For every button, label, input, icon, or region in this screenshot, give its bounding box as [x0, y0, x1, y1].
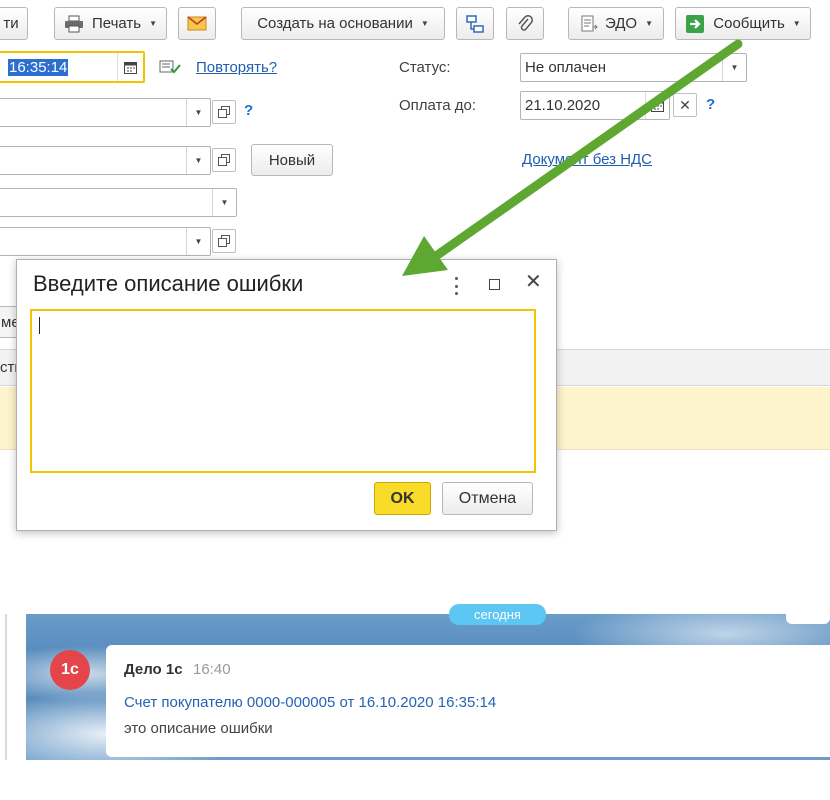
calendar-icon[interactable]	[645, 92, 669, 119]
chevron-down-icon[interactable]: ▼	[722, 54, 746, 81]
help-icon[interactable]: ?	[706, 96, 715, 113]
cancel-button-label: Отмена	[458, 489, 517, 507]
create-based-on-button[interactable]: Создать на основании ▼	[241, 7, 445, 40]
contract-field[interactable]: ▼	[0, 188, 237, 217]
edo-button-label: ЭДО	[604, 15, 638, 32]
open-window-icon	[218, 106, 230, 118]
bank-account-field[interactable]: ▼	[0, 227, 211, 256]
chevron-down-icon: ▼	[645, 19, 654, 28]
datetime-selected-text: 16:35:14	[8, 58, 69, 76]
cancel-button[interactable]: Отмена	[442, 482, 533, 515]
report-export-icon	[686, 14, 705, 33]
partial-toolbar-button-label: ти	[3, 15, 19, 32]
hierarchy-icon	[466, 14, 484, 33]
text-cursor	[39, 317, 40, 334]
error-description-dialog: Введите описание ошибки ✕ OK Отмена	[16, 259, 557, 531]
chevron-down-icon: ▼	[792, 19, 801, 28]
status-field[interactable]: Не оплачен ▼	[520, 53, 747, 82]
datetime-field[interactable]: 16:35:14	[0, 51, 145, 83]
close-icon[interactable]: ✕	[525, 272, 542, 292]
pay-until-field[interactable]: 21.10.2020	[520, 91, 670, 120]
envelope-icon	[187, 16, 207, 31]
more-options-icon[interactable]	[449, 274, 463, 298]
new-button-label: Новый	[268, 151, 316, 169]
organization-field[interactable]: ▼	[0, 98, 211, 127]
edo-button[interactable]: ЭДО ▼	[568, 7, 664, 40]
open-counterparty-button[interactable]	[212, 148, 236, 172]
attach-button[interactable]	[506, 7, 544, 40]
structure-button[interactable]	[456, 7, 494, 40]
calendar-icon[interactable]	[117, 53, 143, 81]
pay-until-value: 21.10.2020	[525, 97, 601, 114]
maximize-icon[interactable]	[489, 279, 500, 290]
clear-date-button[interactable]: ✕	[673, 93, 697, 117]
help-icon[interactable]: ?	[244, 102, 253, 119]
dialog-title: Введите описание ошибки	[33, 271, 304, 296]
report-button[interactable]: Сообщить ▼	[675, 7, 811, 40]
message-text: это описание ошибки	[124, 720, 273, 737]
print-button[interactable]: Печать ▼	[54, 7, 167, 40]
ok-button[interactable]: OK	[374, 482, 431, 515]
message-link[interactable]: Счет покупателю 0000-000005 от 16.10.202…	[124, 694, 496, 711]
chevron-down-icon[interactable]: ▼	[186, 147, 210, 174]
print-button-label: Печать	[91, 15, 142, 32]
new-button[interactable]: Новый	[251, 144, 333, 176]
repeat-settings-icon[interactable]	[159, 58, 181, 80]
ok-button-label: OK	[390, 489, 415, 507]
message-time: 16:40	[193, 661, 231, 678]
chevron-down-icon[interactable]: ▼	[186, 99, 210, 126]
avatar-text: 1с	[61, 661, 79, 678]
chat-left-border	[5, 614, 7, 760]
avatar: 1с	[50, 650, 90, 690]
partial-toolbar-button[interactable]: ти	[0, 7, 28, 40]
day-separator-label: сегодня	[474, 607, 521, 622]
repeat-link[interactable]: Повторять?	[196, 59, 277, 76]
paperclip-icon	[518, 14, 533, 31]
message-sender: Дело 1с	[124, 661, 183, 678]
close-icon: ✕	[679, 96, 691, 113]
day-separator: сегодня	[449, 604, 546, 625]
chat-corner-button[interactable]	[786, 602, 830, 624]
report-button-label: Сообщить	[713, 15, 785, 32]
chevron-down-icon[interactable]: ▼	[186, 228, 210, 255]
chevron-down-icon[interactable]: ▼	[212, 189, 236, 216]
open-organization-button[interactable]	[212, 100, 236, 124]
open-window-icon	[218, 235, 230, 247]
vat-link[interactable]: Документ без НДС	[522, 151, 652, 168]
create-based-on-label: Создать на основании	[257, 15, 413, 32]
open-bank-account-button[interactable]	[212, 229, 236, 253]
status-value: Не оплачен	[525, 59, 607, 76]
pay-until-label: Оплата до:	[399, 97, 477, 114]
printer-icon	[64, 15, 83, 32]
edo-document-icon	[581, 15, 598, 31]
open-window-icon	[218, 154, 230, 166]
chevron-down-icon: ▼	[149, 19, 158, 28]
counterparty-field[interactable]: ▼	[0, 146, 211, 175]
chevron-down-icon: ▼	[420, 19, 429, 28]
status-label: Статус:	[399, 59, 451, 76]
email-button[interactable]	[178, 7, 216, 40]
error-description-textarea[interactable]	[30, 309, 536, 473]
